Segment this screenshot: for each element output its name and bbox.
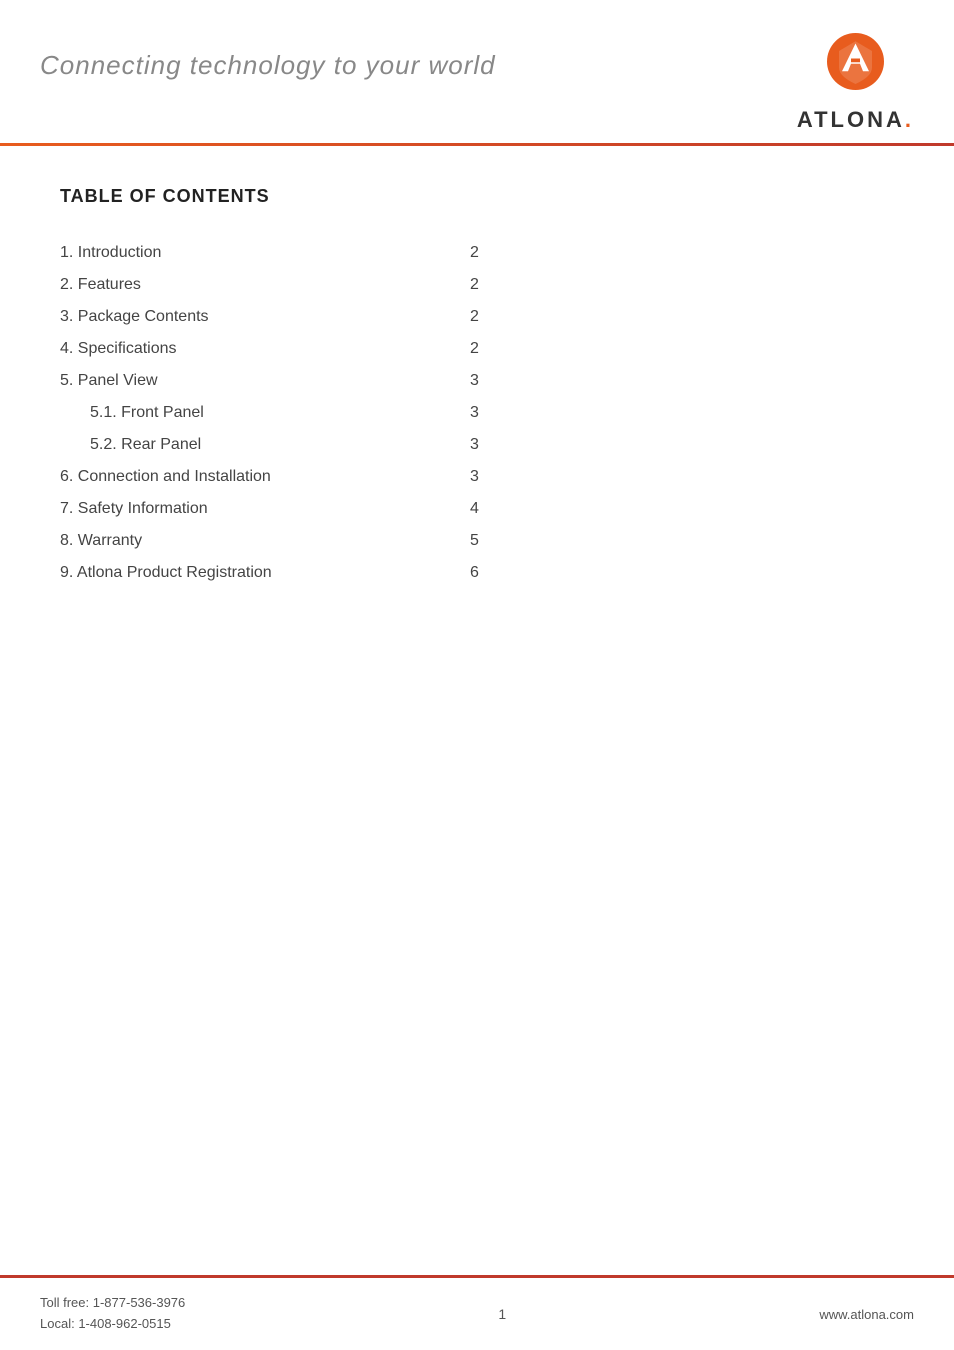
logo-text: ATLONA.: [797, 107, 914, 133]
toll-free-label: Toll free:: [40, 1295, 93, 1310]
toc-item-label: 5.2. Rear Panel: [90, 436, 450, 454]
toc-item-label: 4. Specifications: [60, 340, 450, 358]
local-number: 1-408-962-0515: [78, 1316, 171, 1331]
footer-page-number: 1: [498, 1306, 506, 1322]
toc-item-label: 6. Connection and Installation: [60, 468, 450, 486]
toc-row: 9. Atlona Product Registration6: [60, 557, 480, 589]
toc-item-page: 5: [450, 532, 480, 550]
toc-row: 8. Warranty5: [60, 525, 480, 557]
tagline: Connecting technology to your world: [40, 30, 496, 81]
toc-row: 4. Specifications2: [60, 333, 480, 365]
footer: Toll free: 1-877-536-3976 Local: 1-408-9…: [0, 1275, 954, 1350]
toc-item-label: 9. Atlona Product Registration: [60, 564, 450, 582]
toc-row: 5.1. Front Panel3: [60, 397, 480, 429]
toc-row: 5.2. Rear Panel3: [60, 429, 480, 461]
toc-item-page: 3: [450, 404, 480, 422]
toc-row: 7. Safety Information4: [60, 493, 480, 525]
footer-contact: Toll free: 1-877-536-3976 Local: 1-408-9…: [40, 1293, 185, 1335]
toc-row: 3. Package Contents2: [60, 301, 480, 333]
toc-item-page: 6: [450, 564, 480, 582]
logo-container: ATLONA.: [797, 30, 914, 133]
header: Connecting technology to your world ATLO…: [0, 0, 954, 133]
toc-table: 1. Introduction22. Features23. Package C…: [60, 237, 480, 589]
toc-item-page: 3: [450, 468, 480, 486]
toc-item-label: 1. Introduction: [60, 244, 450, 262]
toc-row: 6. Connection and Installation3: [60, 461, 480, 493]
toll-free-line: Toll free: 1-877-536-3976: [40, 1293, 185, 1314]
footer-website: www.atlona.com: [819, 1307, 914, 1322]
toc-item-page: 3: [450, 372, 480, 390]
toc-row: 2. Features2: [60, 269, 480, 301]
toc-title: TABLE OF CONTENTS: [60, 186, 894, 207]
toc-row: 1. Introduction2: [60, 237, 480, 269]
main-content: TABLE OF CONTENTS 1. Introduction22. Fea…: [0, 146, 954, 1275]
toc-item-page: 3: [450, 436, 480, 454]
toc-item-page: 4: [450, 500, 480, 518]
toc-item-label: 3. Package Contents: [60, 308, 450, 326]
local-line: Local: 1-408-962-0515: [40, 1314, 185, 1335]
toc-item-page: 2: [450, 244, 480, 262]
toc-item-label: 5.1. Front Panel: [90, 404, 450, 422]
toc-item-page: 2: [450, 340, 480, 358]
page-container: Connecting technology to your world ATLO…: [0, 0, 954, 1350]
toc-item-label: 5. Panel View: [60, 372, 450, 390]
toc-item-label: 8. Warranty: [60, 532, 450, 550]
toc-item-page: 2: [450, 276, 480, 294]
local-label: Local:: [40, 1316, 78, 1331]
toc-item-label: 7. Safety Information: [60, 500, 450, 518]
toc-item-page: 2: [450, 308, 480, 326]
toll-free-number: 1-877-536-3976: [93, 1295, 186, 1310]
toc-row: 5. Panel View3: [60, 365, 480, 397]
toc-item-label: 2. Features: [60, 276, 450, 294]
atlona-logo-icon: [818, 30, 893, 105]
